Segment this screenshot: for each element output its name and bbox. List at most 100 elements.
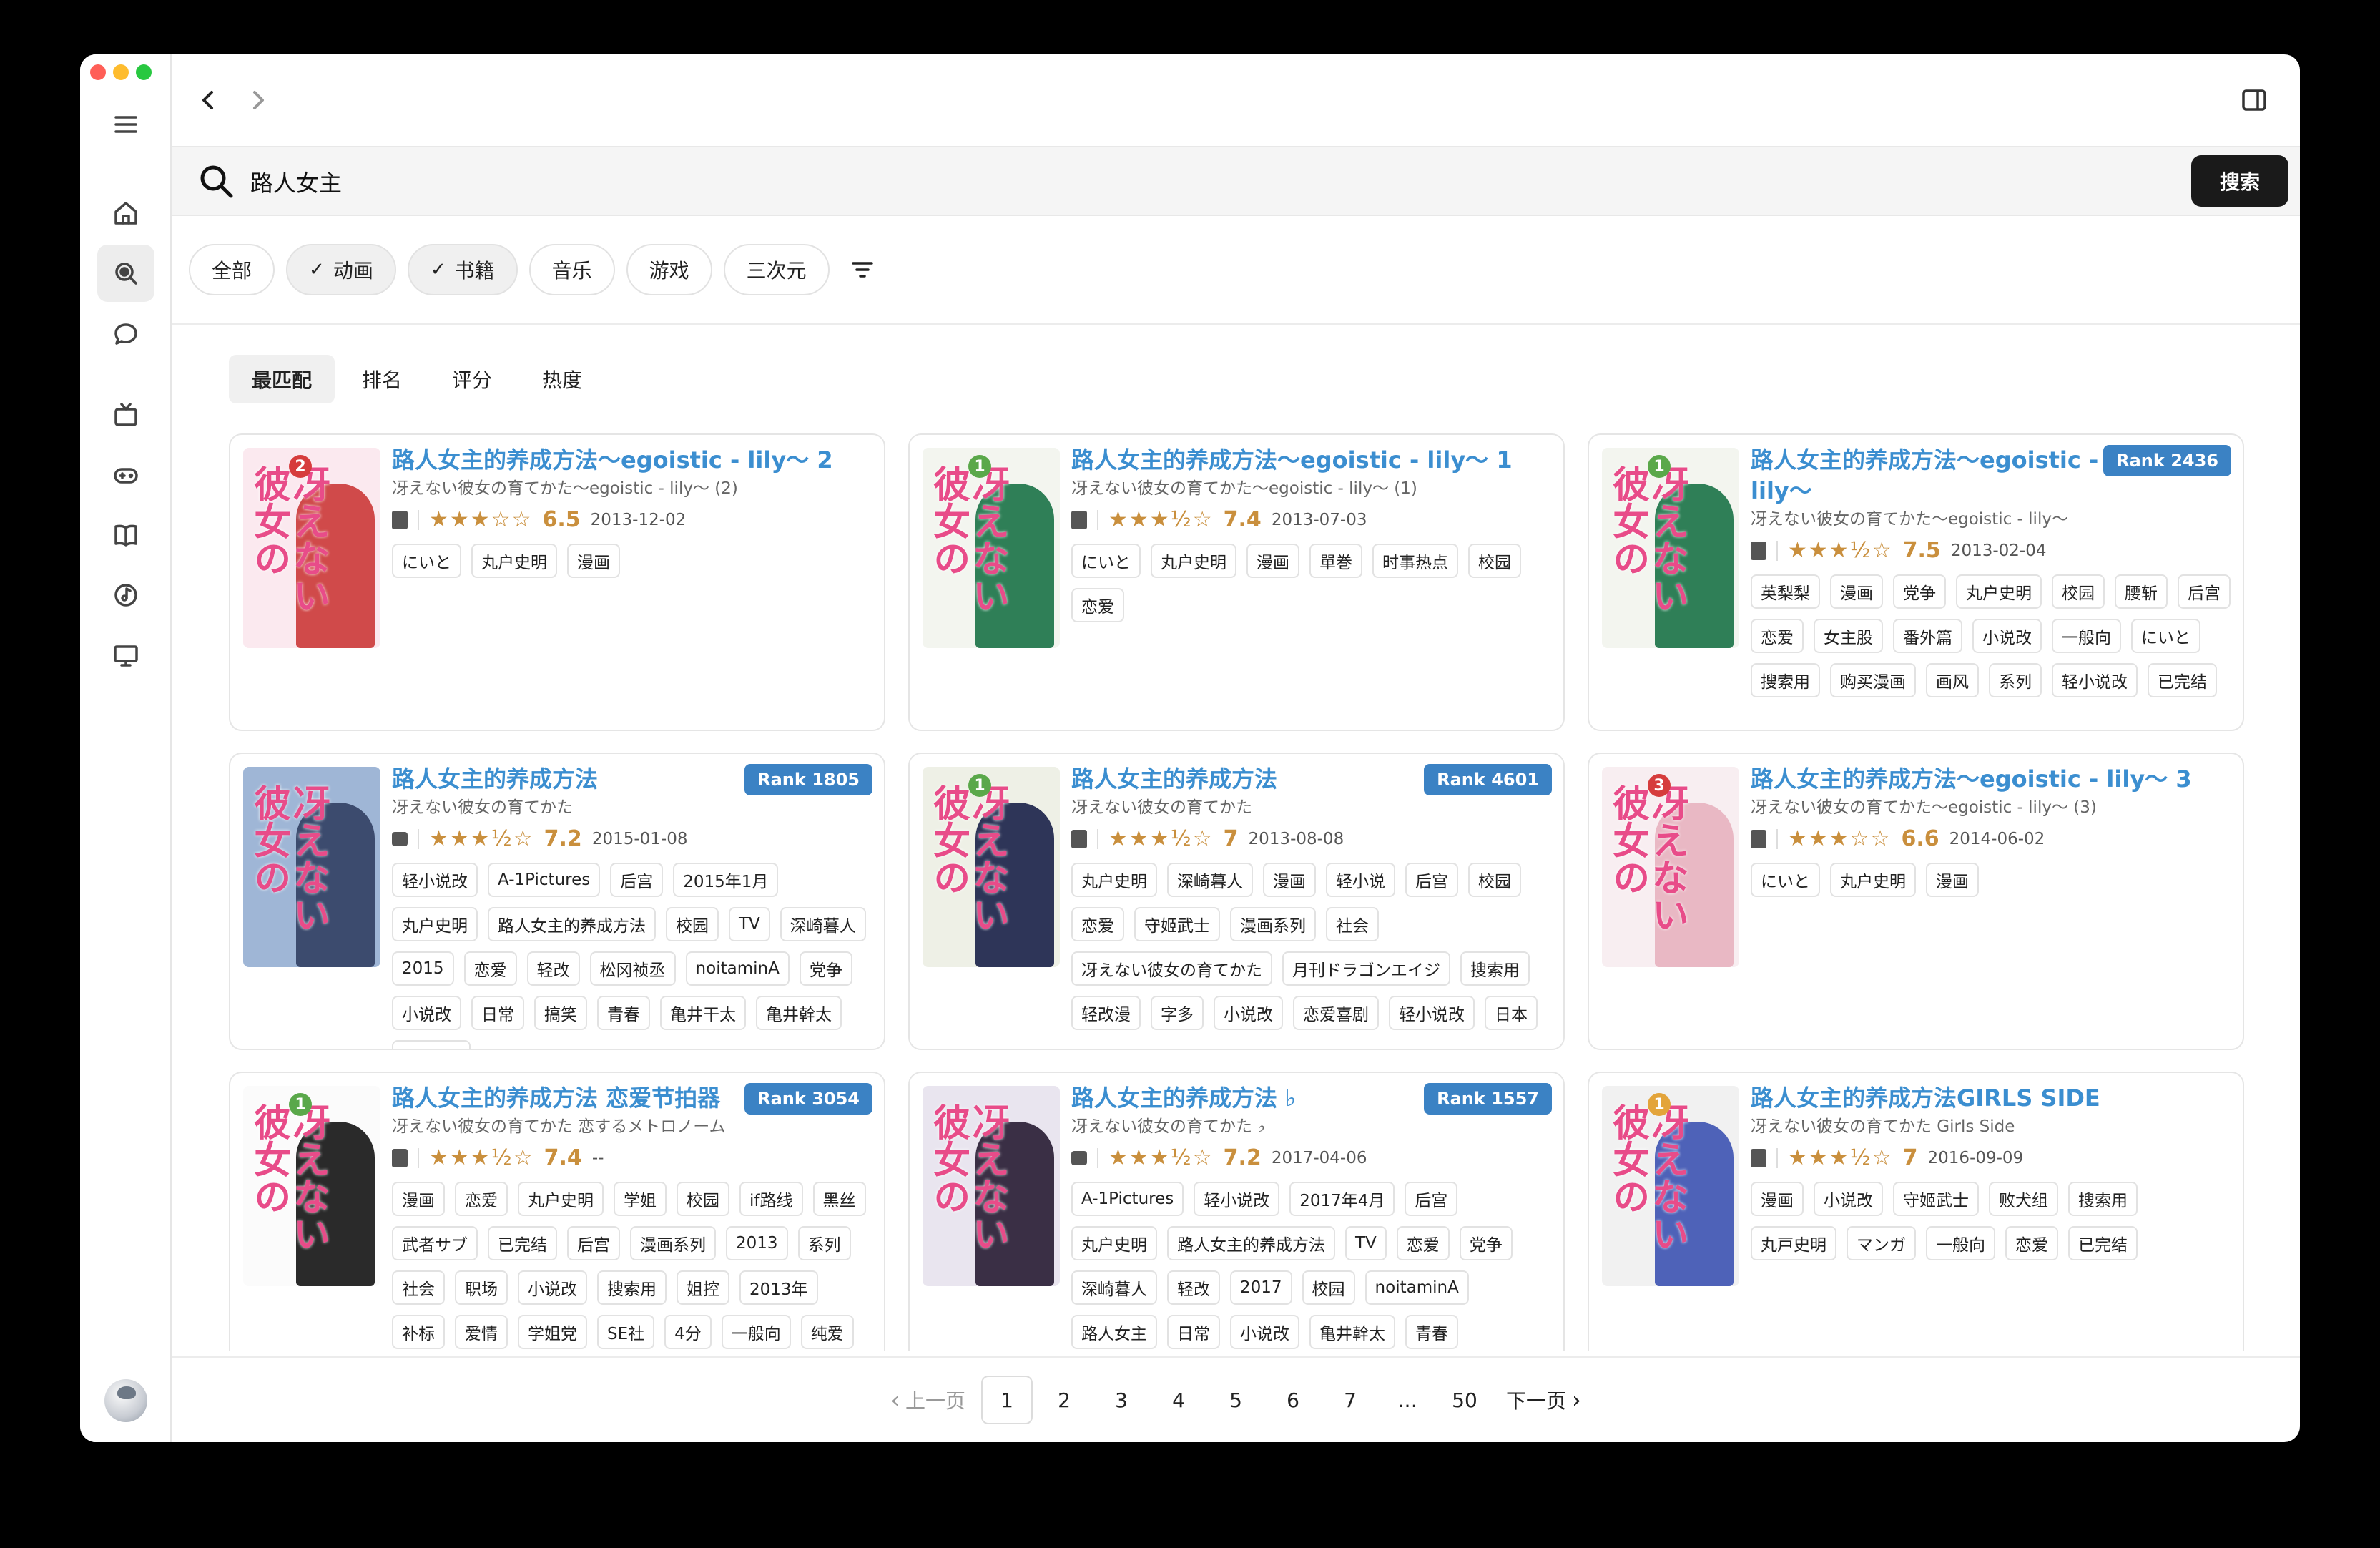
tag[interactable]: 系列 [1989,663,2042,698]
tag[interactable]: 搜索用 [597,1270,667,1305]
result-card[interactable]: 冴えない彼女の 2 路人女主的养成方法〜egoistic - lily〜 2 冴えない… [229,433,885,731]
tag[interactable]: A-1Pictures [488,863,601,898]
page-button[interactable]: 4 [1153,1376,1204,1424]
tag[interactable]: 党争 [1893,574,1946,609]
tag[interactable]: 补标 [392,1315,445,1350]
tag[interactable]: 轻改 [526,951,580,986]
prev-page-button[interactable]: ‹ 上一页 [875,1376,975,1424]
tag[interactable]: 社会 [1326,907,1379,942]
tag[interactable]: 亀井幹太 [756,996,842,1031]
tag[interactable]: 校园 [1468,863,1521,898]
tag[interactable]: TV [1345,1226,1387,1261]
tag[interactable]: 搜索用 [2068,1182,2138,1217]
filter-chip[interactable]: 全部 [189,244,275,295]
cover-image[interactable]: 冴えない彼女の 1 [243,1086,380,1286]
back-button[interactable] [192,83,226,117]
filter-chip[interactable]: 游戏 [626,244,712,295]
tag[interactable]: 2017年4月 [1289,1182,1395,1217]
maximize-window-button[interactable] [136,64,152,80]
search-button[interactable]: 搜索 [2191,155,2288,207]
tag[interactable]: 漫画 [1263,863,1316,898]
tag[interactable]: 月刊ドラゴンエイジ [1282,951,1450,986]
tag[interactable]: 漫画 [392,1182,445,1217]
tag[interactable]: 学姐 [614,1182,667,1217]
tag[interactable]: にいと [1751,863,1820,898]
tag[interactable]: 路人女主 [1071,1315,1157,1350]
page-button[interactable]: 50 [1439,1376,1490,1424]
tag[interactable]: 小说改 [392,996,461,1031]
result-title[interactable]: 路人女主的养成方法〜egoistic - lily〜 2 [392,445,872,476]
tag[interactable]: 漫画 [1830,574,1883,609]
tag[interactable]: 英梨梨 [1751,574,1820,609]
tag[interactable]: if路线 [739,1182,803,1217]
tag[interactable]: 购买漫画 [1830,663,1916,698]
tag[interactable]: 后宫 [2178,574,2231,609]
tag[interactable]: 字多 [1151,996,1204,1031]
filter-options-button[interactable] [841,244,884,295]
tag[interactable]: 小说改 [1214,996,1283,1031]
tag[interactable]: 党争 [799,951,852,986]
tag[interactable]: 学姐党 [518,1315,587,1350]
sidebar-item-music[interactable] [97,567,154,624]
tag[interactable]: 小说改 [1972,619,2042,654]
result-card[interactable]: 冴えない彼女の 1 路人女主的养成方法 恋爱节拍器 冴えない彼女の育てかた 恋するメト… [229,1072,885,1351]
tag[interactable]: 小说改 [1230,1315,1299,1350]
tag[interactable]: 小说改 [518,1270,587,1305]
tag[interactable]: 已完结 [488,1226,557,1261]
tag[interactable]: 轻改漫 [1071,996,1141,1031]
result-card[interactable]: 冴えない彼女の 1 路人女主的养成方法〜egoistic - lily〜 1 冴えない… [908,433,1565,731]
tag[interactable]: 2013 [726,1226,788,1261]
tag[interactable]: 时事热点 [1372,544,1458,579]
sidebar-item-games[interactable] [97,446,154,504]
tag[interactable]: 2015年 [392,1040,471,1049]
tag[interactable]: 轻小说改 [392,863,478,898]
tag[interactable]: 一般向 [1926,1226,1995,1261]
tag[interactable]: 恋爱 [2005,1226,2058,1261]
menu-button[interactable] [97,96,154,153]
tag[interactable]: 青春 [597,996,650,1031]
tag[interactable]: 守姬武士 [1134,907,1220,942]
tag[interactable]: 番外篇 [1893,619,1962,654]
cover-image[interactable]: 冴えない彼女の 2 [243,448,380,648]
result-card[interactable]: 冴えない彼女の 3 路人女主的养成方法〜egoistic - lily〜 3 冴えない… [1588,753,2244,1050]
tag[interactable]: 漫画系列 [630,1226,716,1261]
tag[interactable]: 社会 [392,1270,445,1305]
tag[interactable]: 轻小说改 [1389,996,1475,1031]
tag[interactable]: 已完结 [2148,663,2217,698]
tag[interactable]: 校园 [677,1182,729,1217]
search-input[interactable] [250,160,2110,204]
tag[interactable]: 丸戸史明 [1751,1226,1836,1261]
tag[interactable]: 女主股 [1814,619,1883,654]
tag[interactable]: 恋爱 [1071,907,1124,942]
tag[interactable]: 纯爱 [800,1315,854,1350]
tag[interactable]: 恋爱 [1071,588,1124,623]
result-title[interactable]: 路人女主的养成方法〜egoistic - lily〜 3 [1751,764,2231,795]
tag[interactable]: 校园 [2052,574,2105,609]
tag[interactable]: 2013年 [739,1270,818,1305]
sidebar-item-home[interactable] [97,185,154,242]
tag[interactable]: 恋爱 [463,951,517,986]
tag[interactable]: 丸户史明 [518,1182,604,1217]
tag[interactable]: 姐控 [677,1270,729,1305]
tag[interactable]: 校园 [1302,1270,1355,1305]
tag[interactable]: にいと [1071,544,1141,579]
tag[interactable]: 丸户史明 [1151,544,1236,579]
tag[interactable]: 單巻 [1309,544,1362,579]
sidebar-item-books[interactable] [97,506,154,564]
result-title[interactable]: 路人女主的养成方法GIRLS SIDE [1751,1083,2231,1114]
tag[interactable]: 轻小说改 [2052,663,2138,698]
tag[interactable]: 守姬武士 [1893,1182,1979,1217]
cover-image[interactable]: 冴えない彼女の 1 [923,448,1060,648]
tag[interactable]: 亀井幹太 [1309,1315,1395,1350]
tag[interactable]: 青春 [1405,1315,1458,1350]
tag[interactable]: 漫画 [1246,544,1299,579]
tag[interactable]: にいと [392,544,461,579]
tag[interactable]: 漫画 [567,544,620,579]
tag[interactable]: 丸户史明 [1071,863,1157,898]
filter-chip[interactable]: ✓ 动画 [286,244,396,295]
tag[interactable]: 日常 [471,996,524,1031]
tag[interactable]: 恋爱 [1396,1226,1450,1261]
tag[interactable]: 深崎暮人 [1071,1270,1157,1305]
next-page-button[interactable]: 下一页 › [1496,1376,1597,1424]
tag[interactable]: 4分 [664,1315,712,1350]
